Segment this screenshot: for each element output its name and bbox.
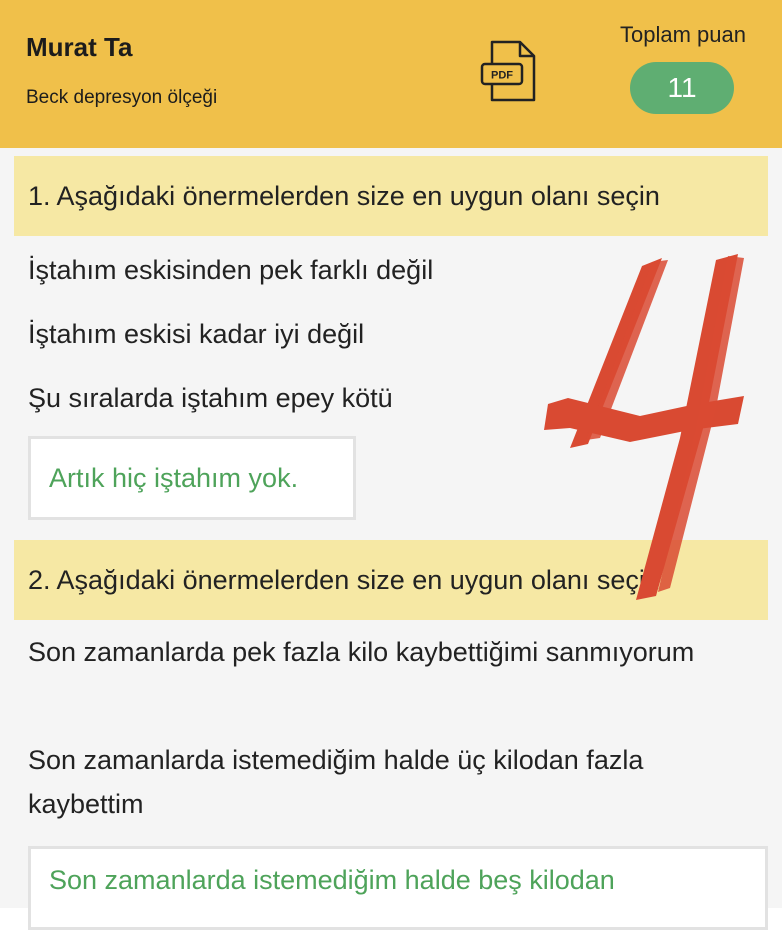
question-2-selected-option[interactable]: Son zamanlarda istemediğim halde beş kil… [28, 846, 768, 930]
patient-name: Murat Ta [26, 32, 133, 62]
question-2-option-2[interactable]: Son zamanlarda istemediğim halde üç kilo… [28, 738, 748, 826]
question-1-selected-option[interactable]: Artık hiç iştahım yok. [28, 436, 356, 520]
scale-subtitle: Beck depresyon ölçeği [26, 87, 218, 108]
pdf-icon-text: PDF [491, 70, 513, 82]
app-header: Murat Ta Beck depresyon ölçeği PDF Topla… [0, 0, 782, 148]
question-2-title: 2. Aşağıdaki önermelerden size en uygun … [14, 540, 768, 620]
question-1-option-1[interactable]: İştahım eskisinden pek farklı değil [28, 248, 748, 292]
question-1-option-3[interactable]: Şu sıralarda iştahım epey kötü [28, 376, 748, 420]
question-2-option-1[interactable]: Son zamanlarda pek fazla kilo kaybettiği… [28, 630, 748, 674]
question-1-option-2[interactable]: İştahım eskisi kadar iyi değil [28, 312, 748, 356]
questionnaire-content: 1. Aşağıdaki önermelerden size en uygun … [0, 148, 782, 930]
total-score-label: Toplam puan [620, 22, 746, 47]
question-1-title: 1. Aşağıdaki önermelerden size en uygun … [14, 156, 768, 236]
pdf-icon: PDF [480, 40, 536, 102]
total-score-badge: 11 [630, 62, 734, 114]
pdf-export-button[interactable]: PDF [476, 38, 544, 104]
